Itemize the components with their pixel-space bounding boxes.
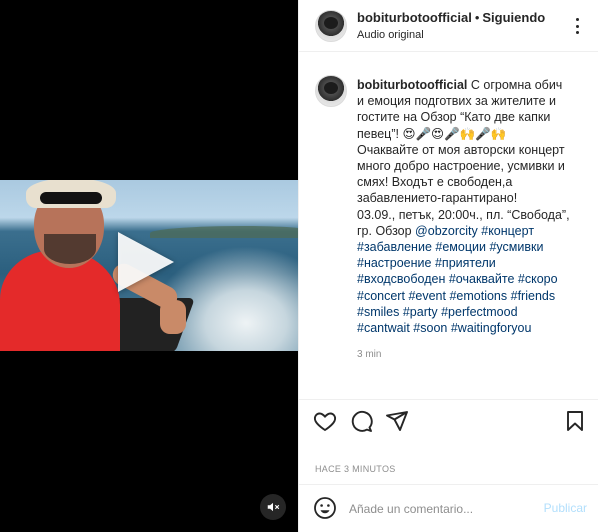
publish-comment-button[interactable]: Publicar xyxy=(544,501,587,515)
hashtag-link[interactable]: #скоро xyxy=(518,272,558,286)
emoji-icon xyxy=(314,497,336,519)
hashtag-link[interactable]: #концерт xyxy=(481,224,534,238)
hashtag-link[interactable]: #emotions xyxy=(449,289,507,303)
caption-line: много добро настроение, усмивки и xyxy=(357,158,587,174)
caption-line: 03.09., петък, 20:00ч., пл. “Свобода”, xyxy=(357,207,587,223)
caption-line: #smiles #party #perfectmood xyxy=(357,304,587,320)
hashtag-link[interactable]: #soon xyxy=(413,321,447,335)
emoji-button[interactable] xyxy=(313,496,339,522)
more-options-icon-dot xyxy=(575,24,579,28)
hashtag-link[interactable]: #concert xyxy=(357,289,405,303)
caption-line: #concert #event #emotions #friends xyxy=(357,288,587,304)
share-icon xyxy=(386,411,408,431)
caption-line: и емоция подготвих за жителите и xyxy=(357,93,587,109)
avatar[interactable] xyxy=(315,10,347,42)
header-separator: • xyxy=(474,10,480,25)
hashtag-link[interactable]: #настроение xyxy=(357,256,431,270)
hashtag-link[interactable]: #приятели xyxy=(435,256,496,270)
caption-line: #забавление #емоции #усмивки xyxy=(357,239,587,255)
caption-line: забавлението-гарантирано! xyxy=(357,190,587,206)
speaker-muted-icon xyxy=(267,502,280,512)
heart-icon xyxy=(313,412,337,432)
header-user-line: bobiturbotoofficial • Siguiendo xyxy=(357,10,545,25)
caption-text-span: 03.09., петък, 20:00ч., пл. “Свобода”, xyxy=(357,207,570,222)
hashtag-link[interactable]: #friends xyxy=(511,289,555,303)
share-button[interactable] xyxy=(385,409,411,435)
more-options-button[interactable] xyxy=(569,18,585,34)
hashtag-link[interactable]: #емоции xyxy=(435,240,486,254)
caption-text-span: С огромна обич xyxy=(467,78,563,92)
post-header: bobiturbotoofficial • Siguiendo Audio orig… xyxy=(299,0,598,52)
hashtag-link[interactable]: #party xyxy=(403,305,438,319)
like-button[interactable] xyxy=(313,409,339,435)
caption-line: гостите на Обзор “Като две капки xyxy=(357,109,587,125)
caption-text-span: много добро настроение, усмивки и xyxy=(357,159,565,174)
mute-button[interactable] xyxy=(260,494,286,520)
caption-text-span: и емоция подготвих за жителите и xyxy=(357,94,556,109)
video-person-beard xyxy=(44,234,96,264)
header-username[interactable]: bobiturbotoofficial xyxy=(357,10,472,25)
action-bar xyxy=(299,399,598,449)
mention-link[interactable]: @obzorcity xyxy=(415,224,478,238)
post-time-ago: HACE 3 MINUTOS xyxy=(315,464,396,474)
more-options-icon xyxy=(575,18,579,21)
caption-line: bobiturbotoofficial С огромна обич xyxy=(357,77,587,93)
hashtag-link[interactable]: #cantwait xyxy=(357,321,410,335)
caption-text-span: Очаквайте от моя авторски концерт xyxy=(357,142,565,157)
caption-section: bobiturbotoofficial С огромна обич и емоц… xyxy=(299,53,598,399)
avatar[interactable] xyxy=(315,75,347,107)
video-person-hand xyxy=(160,300,186,334)
post-media[interactable] xyxy=(0,0,298,532)
caption-timestamp: 3 min xyxy=(357,349,382,360)
caption-line: гр. Обзор @obzorcity #концерт xyxy=(357,223,587,239)
hashtag-link[interactable]: #входсвободен xyxy=(357,272,445,286)
hashtag-link[interactable]: #усмивки xyxy=(489,240,543,254)
following-button[interactable]: Siguiendo xyxy=(482,10,545,25)
caption-line: Очаквайте от моя авторски концерт xyxy=(357,142,587,158)
hashtag-link[interactable]: #event xyxy=(408,289,446,303)
caption-line: смях! Входът е свободен,а xyxy=(357,174,587,190)
caption-text-span: гр. Обзор xyxy=(357,223,416,238)
play-icon[interactable] xyxy=(118,232,174,292)
audio-link[interactable]: Audio original xyxy=(357,29,424,41)
caption-line: #cantwait #soon #waitingforyou xyxy=(357,320,587,336)
hashtag-link[interactable]: #smiles xyxy=(357,305,399,319)
comment-bar: Publicar xyxy=(299,484,598,532)
caption-line: певец”! 😍🎤😍🎤🙌🎤🙌 xyxy=(357,126,587,142)
caption-text-span: гостите на Обзор “Като две капки xyxy=(357,110,551,125)
caption-username[interactable]: bobiturbotoofficial xyxy=(357,78,467,92)
post-sidebar: bobiturbotoofficial • Siguiendo Audio orig… xyxy=(298,0,598,532)
hashtag-link[interactable]: #забавление xyxy=(357,240,432,254)
video-person-glasses xyxy=(40,192,102,204)
comment-input[interactable] xyxy=(349,499,529,519)
hashtag-link[interactable]: #waitingforyou xyxy=(451,321,532,335)
save-button[interactable] xyxy=(563,409,589,435)
bookmark-icon xyxy=(567,411,583,431)
caption-line: #настроение #приятели xyxy=(357,255,587,271)
more-options-icon-dot xyxy=(575,31,579,34)
hashtag-link[interactable]: #очаквайте xyxy=(449,272,515,286)
caption-text-span: смях! Входът е свободен,а xyxy=(357,175,513,190)
caption-text-span: забавлението-гарантирано! xyxy=(357,191,518,206)
comment-button[interactable] xyxy=(349,409,375,435)
caption-text: bobiturbotoofficial С огромна обич и емоц… xyxy=(357,77,587,336)
hashtag-link[interactable]: #perfectmood xyxy=(441,305,517,319)
comment-icon xyxy=(351,410,373,432)
caption-text-span: певец”! 😍🎤😍🎤🙌🎤🙌 xyxy=(357,126,507,141)
caption-line: #входсвободен #очаквайте #скоро xyxy=(357,271,587,287)
